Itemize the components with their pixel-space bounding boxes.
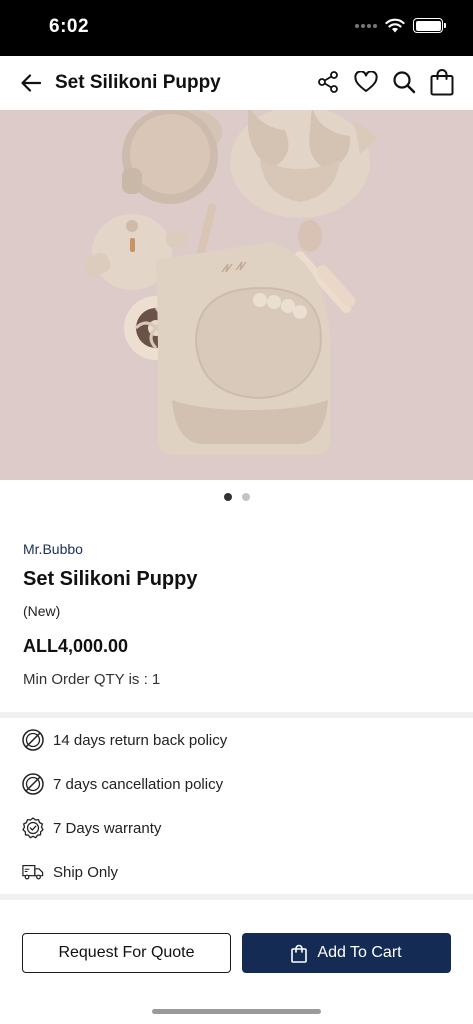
add-to-cart-label: Add To Cart xyxy=(317,944,402,961)
policy-return-label: 14 days return back policy xyxy=(53,731,228,749)
arrow-left-icon xyxy=(21,74,41,92)
status-icons xyxy=(355,18,446,33)
status-time: 6:02 xyxy=(49,16,90,37)
bottom-action-bar: Request For Quote Add To Cart xyxy=(0,913,473,1024)
shopping-bag-icon xyxy=(291,944,308,963)
heart-icon xyxy=(354,71,378,92)
min-order-quantity: Min Order QTY is : 1 xyxy=(23,671,161,688)
back-button[interactable] xyxy=(18,70,44,96)
search-icon xyxy=(393,71,416,94)
policy-warranty-label: 7 Days warranty xyxy=(53,819,162,837)
request-quote-label: Request For Quote xyxy=(58,944,195,961)
product-price: ALL4,000.00 xyxy=(23,636,129,656)
policy-cancellation-label: 7 days cancellation policy xyxy=(53,775,224,793)
section-divider-bottom xyxy=(0,894,473,900)
wifi-icon xyxy=(385,18,405,33)
warranty-badge-icon xyxy=(22,817,44,839)
home-indicator xyxy=(152,1009,321,1014)
policy-cancellation: 7 days cancellation policy xyxy=(22,772,223,796)
policy-return: 14 days return back policy xyxy=(22,728,227,752)
battery-icon xyxy=(413,18,446,33)
wishlist-button[interactable] xyxy=(353,68,379,96)
product-photo xyxy=(0,110,473,480)
policy-shipping-label: Ship Only xyxy=(53,863,119,881)
carousel-dot-2[interactable] xyxy=(241,493,250,501)
product-image[interactable] xyxy=(0,110,473,480)
product-condition: (New) xyxy=(23,603,61,619)
carousel-dot-1[interactable] xyxy=(223,493,232,501)
search-button[interactable] xyxy=(391,68,417,96)
no-cancel-icon xyxy=(22,773,44,795)
policy-warranty: 7 Days warranty xyxy=(22,816,161,840)
share-icon xyxy=(318,71,338,93)
policy-shipping: Ship Only xyxy=(22,860,118,884)
image-carousel-indicator xyxy=(0,493,473,501)
nav-actions xyxy=(315,68,455,96)
request-quote-button[interactable]: Request For Quote xyxy=(22,933,231,973)
cart-button[interactable] xyxy=(429,68,455,96)
shopping-bag-icon xyxy=(430,69,454,96)
brand-link[interactable]: Mr.Bubbo xyxy=(23,541,83,557)
add-to-cart-button[interactable]: Add To Cart xyxy=(242,933,451,973)
page-title: Set Silikoni Puppy xyxy=(55,72,221,93)
truck-icon xyxy=(22,861,44,883)
top-navigation-bar: Set Silikoni Puppy xyxy=(0,56,473,110)
product-title: Set Silikoni Puppy xyxy=(23,568,198,590)
status-bar: 6:02 xyxy=(0,0,473,56)
share-button[interactable] xyxy=(315,68,341,96)
cellular-signal-icon xyxy=(355,23,377,28)
no-return-icon xyxy=(22,729,44,751)
section-divider xyxy=(0,712,473,718)
